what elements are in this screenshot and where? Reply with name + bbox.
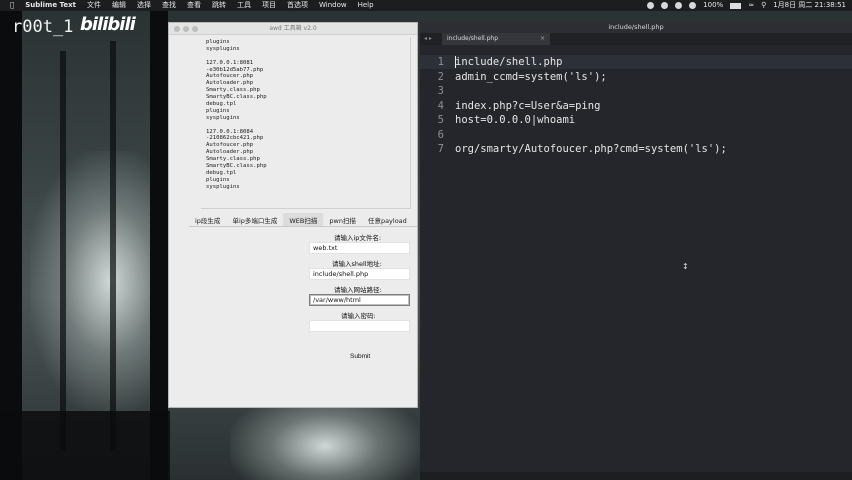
tab-any-payload[interactable]: 任意payload [362, 213, 413, 226]
tab-shell-php[interactable]: include/shell.php × [442, 33, 550, 45]
code-line[interactable]: admin_ccmd=system('ls'); [455, 71, 607, 83]
clock[interactable]: 1月8日 周二 21:38:51 [773, 0, 846, 11]
menu-app-name[interactable]: Sublime Text [25, 0, 76, 11]
shell-path-input[interactable]: include/shell.php [309, 268, 410, 280]
window-mullion [110, 41, 116, 451]
close-tab-icon[interactable]: × [540, 33, 545, 45]
menu-window[interactable]: Window [319, 0, 347, 11]
menu-find[interactable]: 查找 [162, 0, 176, 11]
tab-single-ip-ports[interactable]: 单ip多端口生成 [226, 213, 283, 226]
awd-tab-bar: ip段生成 单ip多端口生成 WEB扫描 pwn扫描 任意payload [189, 213, 417, 227]
output-line: -210862cbc421.php [206, 135, 264, 142]
line-number: 7 [437, 143, 444, 155]
apple-icon[interactable]:  [10, 0, 14, 11]
status-icon[interactable] [675, 2, 683, 9]
output-line: 127.0.0.1:8081 [206, 59, 254, 66]
bilibili-logo: bilibili [80, 14, 136, 35]
window-mullion [60, 51, 66, 451]
output-line: Smarty.class.php [206, 156, 260, 163]
wall-frame [0, 11, 22, 480]
tab-web-scan[interactable]: WEB扫描 [283, 213, 324, 226]
awd-tool-window: awd 工具箱 v2.0 plugins sysplugins 127.0.0.1:… [168, 22, 418, 408]
spotlight-icon[interactable]: ⚲ [761, 0, 766, 11]
output-line: sysplugins [206, 183, 240, 190]
output-line: SmartyBC.class.php [206, 94, 267, 101]
code-editor[interactable]: ↕ 1 include/shell.php 2 admin_ccmd=system('… [420, 52, 852, 472]
output-line: sysplugins [206, 114, 240, 121]
shell-path-label: 请输入shell地址: [332, 260, 382, 268]
status-area: 100% ≈ ⚲ 1月8日 周二 21:38:51 [647, 0, 846, 11]
sublime-tab-bar: ◂ ▸ include/shell.php × [420, 33, 852, 45]
output-line: plugins [206, 176, 230, 183]
line-number: 4 [437, 99, 444, 112]
menu-goto[interactable]: 跳转 [212, 0, 226, 11]
menu-project[interactable]: 项目 [262, 0, 276, 11]
tab-nav-arrows-icon[interactable]: ◂ ▸ [424, 33, 432, 45]
awd-title-bar[interactable]: awd 工具箱 v2.0 [169, 23, 417, 35]
ip-file-label: 请输入ip文件名: [334, 234, 382, 242]
submit-button[interactable]: Submit [345, 351, 375, 362]
code-line[interactable]: host=0.0.0.0|whoami [455, 114, 575, 126]
site-path-label: 请输入网站路径: [334, 286, 382, 294]
output-line: Autofoucer.php [206, 142, 254, 149]
status-bar [420, 472, 852, 480]
code-line[interactable]: include/shell.php [455, 56, 562, 68]
wall-frame [150, 11, 168, 480]
output-line: debug.tpl [206, 169, 237, 176]
code-line[interactable]: org/smarty/Autofoucer.php?cmd=system('ls… [455, 143, 727, 155]
output-line: Autoloader.php [206, 80, 254, 87]
menu-preferences[interactable]: 首选项 [287, 0, 308, 11]
shadow-floor [0, 411, 170, 480]
sublime-title-bar[interactable]: include/shell.php [420, 22, 852, 33]
output-line: 127.0.0.1:8084 [206, 128, 254, 135]
output-line: debug.tpl [206, 101, 237, 108]
password-label: 请输入密码: [341, 312, 376, 320]
awd-window-title: awd 工具箱 v2.0 [269, 25, 317, 32]
password-input[interactable] [309, 320, 410, 332]
ip-file-input[interactable]: web.txt [309, 242, 410, 254]
menu-help[interactable]: Help [358, 0, 374, 11]
output-line: Autoloader.php [206, 149, 254, 156]
tab-pwn-scan[interactable]: pwn扫描 [323, 213, 362, 226]
output-line: Autofoucer.php [206, 73, 254, 80]
menu-file[interactable]: 文件 [87, 0, 101, 11]
code-line[interactable]: index.php?c=User&a=ping [455, 100, 600, 112]
battery-icon[interactable] [730, 2, 742, 9]
uploader-handle: r00t_1 [12, 17, 74, 37]
battery-percent: 100% [703, 1, 724, 9]
status-icon[interactable] [661, 2, 669, 9]
wifi-icon[interactable]: ≈ [748, 0, 754, 11]
menu-selection[interactable]: 选择 [137, 0, 151, 11]
line-number: 5 [437, 114, 444, 126]
line-number: 1 [437, 56, 444, 68]
output-line: Smarty.class.php [206, 87, 260, 94]
status-icon[interactable] [689, 2, 697, 9]
output-line: -e30b12d5ab77.php [206, 66, 264, 73]
menu-bar:  Sublime Text 文件 编辑 选择 查找 查看 跳转 工具 项目 首… [0, 0, 852, 11]
menu-tools[interactable]: 工具 [237, 0, 251, 11]
menu-view[interactable]: 查看 [187, 0, 201, 11]
sublime-window-title: include/shell.php [608, 23, 664, 31]
menu-edit[interactable]: 编辑 [112, 0, 126, 11]
output-line: plugins [206, 107, 230, 114]
mouse-cursor-icon: ↕ [682, 262, 689, 271]
output-line: SmartyBC.class.php [206, 163, 267, 170]
status-icon[interactable] [647, 2, 655, 9]
site-path-input[interactable]: /var/www/html [309, 294, 410, 306]
line-number: 3 [437, 85, 444, 97]
line-number: 2 [437, 70, 444, 83]
output-line: sysplugins [206, 45, 240, 52]
tab-label: include/shell.php [447, 35, 499, 42]
line-number: 6 [437, 128, 444, 141]
tab-ip-range[interactable]: ip段生成 [189, 213, 226, 226]
sublime-window: include/shell.php ◂ ▸ include/shell.php … [420, 22, 852, 480]
output-text: plugins sysplugins 127.0.0.1:8081 -e30b12d5… [206, 39, 267, 191]
output-line: plugins [206, 39, 230, 45]
